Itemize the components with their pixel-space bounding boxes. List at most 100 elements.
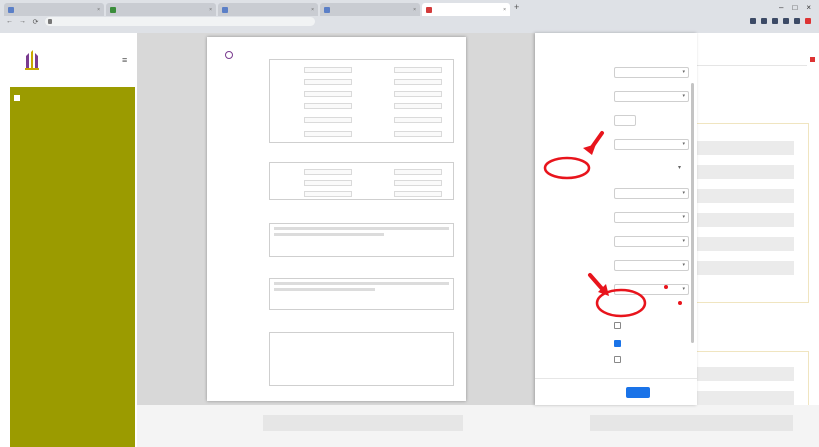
print-row-option (544, 339, 689, 351)
preview-field (304, 66, 352, 73)
favicon-icon (222, 6, 228, 13)
scale-select[interactable]: ▾ (614, 284, 689, 295)
close-icon[interactable]: × (311, 7, 314, 13)
close-icon[interactable]: × (503, 7, 506, 13)
address-bar[interactable] (45, 17, 315, 26)
preview-text-line (274, 288, 375, 291)
chevron-down-icon: ▾ (682, 286, 685, 292)
close-icon[interactable]: × (413, 7, 416, 13)
chevron-down-icon: ▾ (682, 214, 685, 220)
extension-icon[interactable] (772, 18, 778, 24)
seal-icon (225, 51, 233, 59)
content-header (697, 52, 807, 66)
preview-form-box (269, 59, 454, 143)
extension-icons (750, 18, 811, 24)
form-field[interactable] (263, 415, 463, 431)
preview-field (304, 90, 352, 97)
layout-select[interactable]: ▾ (614, 139, 689, 150)
pages-per-sheet-select[interactable]: ▾ (614, 212, 689, 223)
pages-select[interactable]: ▾ (614, 91, 689, 102)
close-window-button[interactable]: × (806, 3, 811, 12)
chevron-down-icon: ▾ (682, 141, 685, 147)
favicon-icon (8, 6, 14, 13)
browser-tab-4[interactable]: × (320, 3, 420, 16)
form-field[interactable] (697, 261, 794, 275)
chevron-down-icon: ▾ (677, 165, 681, 171)
form-field[interactable] (697, 189, 794, 203)
copies-input[interactable] (614, 115, 636, 126)
print-row-options (544, 321, 689, 333)
close-icon[interactable]: × (97, 7, 100, 13)
chevron-down-icon: ▾ (682, 238, 685, 244)
extension-icon[interactable] (750, 18, 756, 24)
sidebar-menu-item[interactable] (14, 95, 24, 101)
chevron-down-icon: ▾ (682, 262, 685, 268)
close-icon[interactable]: × (209, 7, 212, 13)
preview-field (304, 78, 352, 85)
print-dialog-scrollbar[interactable] (691, 83, 694, 343)
print-row-margins: ▾ (544, 236, 689, 248)
form-field[interactable] (697, 141, 794, 155)
notification-icon[interactable] (810, 57, 815, 62)
minimize-button[interactable]: – (779, 3, 783, 12)
form-field[interactable] (697, 367, 794, 381)
form-field[interactable] (697, 165, 794, 179)
preview-field (394, 102, 442, 109)
option-checkbox[interactable] (614, 340, 621, 347)
extension-icon[interactable] (805, 18, 811, 24)
more-settings-toggle[interactable]: ▾ (544, 164, 689, 176)
print-row-destination: ▾ (544, 67, 689, 79)
maximize-button[interactable]: □ (792, 3, 797, 12)
preview-field (394, 190, 442, 197)
extension-icon[interactable] (761, 18, 767, 24)
favicon-icon (324, 6, 330, 13)
print-button[interactable] (626, 387, 650, 398)
preview-textarea (269, 278, 454, 310)
browser-tab-5[interactable]: × (422, 3, 510, 16)
quality-select[interactable]: ▾ (614, 260, 689, 271)
print-row-pages: ▾ (544, 91, 689, 103)
extension-icon[interactable] (794, 18, 800, 24)
back-button[interactable]: ← (6, 18, 13, 25)
margins-select[interactable]: ▾ (614, 236, 689, 247)
form-field[interactable] (697, 237, 794, 251)
favicon-icon (426, 6, 432, 13)
option-checkbox[interactable] (614, 356, 621, 363)
browser-chrome: × × × × × + – □ × ← → ⟳ (0, 0, 819, 33)
print-row-pages-per-sheet: ▾ (544, 212, 689, 224)
chevron-down-icon: ▾ (682, 93, 685, 99)
new-tab-button[interactable]: + (514, 3, 519, 12)
preview-field (394, 130, 442, 137)
preview-field (304, 168, 352, 175)
preview-form-box (269, 162, 454, 200)
form-field[interactable] (697, 213, 794, 227)
logo[interactable] (10, 33, 135, 87)
option-checkbox[interactable] (614, 322, 621, 329)
print-dialog-footer (535, 378, 697, 405)
reload-button[interactable]: ⟳ (32, 18, 39, 26)
extension-icon[interactable] (783, 18, 789, 24)
paper-size-select[interactable]: ▾ (614, 188, 689, 199)
preview-text-line (274, 227, 449, 230)
destination-select[interactable]: ▾ (614, 67, 689, 78)
form-field[interactable] (590, 415, 793, 431)
browser-tab-2[interactable]: × (106, 3, 216, 16)
hamburger-menu-icon[interactable]: ≡ (122, 55, 127, 65)
browser-tab-3[interactable]: × (218, 3, 318, 16)
sidebar (10, 33, 135, 447)
cancel-button[interactable] (656, 387, 684, 398)
preview-field (304, 130, 352, 137)
preview-text-line (274, 282, 449, 285)
preview-field (304, 102, 352, 109)
university-logo-icon (25, 50, 39, 70)
favicon-icon (110, 6, 116, 13)
tab-strip: × × × × × + – □ × (0, 0, 819, 16)
preview-text-line (274, 233, 384, 236)
preview-field (304, 190, 352, 197)
forward-button[interactable]: → (19, 18, 26, 25)
preview-field (394, 116, 442, 123)
menu-icon (14, 95, 20, 101)
browser-tab-1[interactable]: × (4, 3, 104, 16)
form-field[interactable] (697, 391, 794, 405)
chevron-down-icon: ▾ (682, 190, 685, 196)
